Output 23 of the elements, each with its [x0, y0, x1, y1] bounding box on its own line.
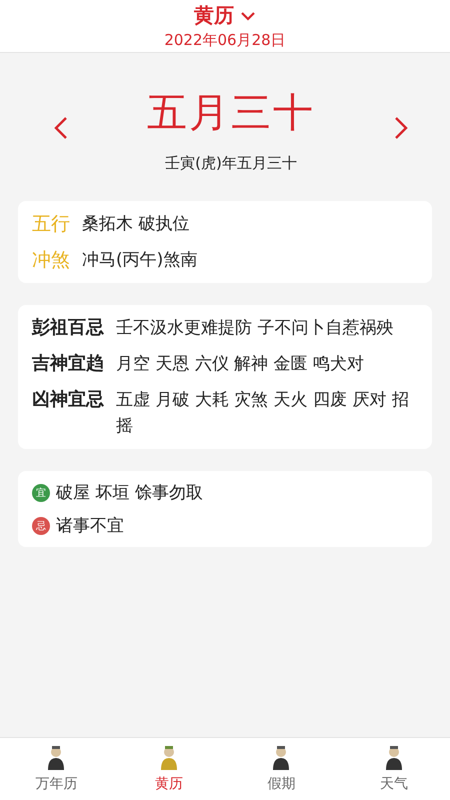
tab[interactable]: 万年历 — [0, 738, 112, 800]
row-label: 彭祖百忌 — [32, 316, 104, 340]
chevron-down-icon[interactable] — [240, 10, 256, 20]
row-value: 五虚 月破 大耗 灾煞 天火 四废 厌对 招摇 — [116, 389, 410, 438]
badge: 忌 — [32, 516, 50, 534]
row-label: 吉神宜趋 — [32, 352, 104, 376]
yiji-text: 破屋 坏垣 馀事勿取 — [56, 482, 203, 504]
row-label: 冲煞 — [32, 248, 70, 273]
tab[interactable]: 天气 — [338, 738, 450, 800]
lunar-day: 五月三十 — [147, 85, 315, 140]
tab[interactable]: 黄历 — [112, 738, 225, 800]
tab[interactable]: 假期 — [225, 738, 338, 800]
ganzhi-date: 壬寅(虎)年五月三十 — [165, 154, 297, 173]
row-value: 月空 天恩 六仪 解神 金匮 鸣犬对 — [116, 353, 366, 376]
row-value: 桑拓木 破执位 — [82, 213, 190, 236]
date-label: 2022年06月28日 — [164, 31, 286, 50]
badge: 宜 — [32, 484, 50, 502]
row-value: 冲马(丙午)煞南 — [82, 249, 198, 272]
row-label: 五行 — [32, 212, 70, 237]
yiji-text: 诸事不宜 — [56, 515, 124, 537]
page-title[interactable]: 黄历 — [194, 2, 234, 29]
row-label: 凶神宜忌 — [32, 388, 104, 412]
row-value: 壬不汲水更难提防 子不问卜自惹祸殃 — [116, 317, 394, 340]
